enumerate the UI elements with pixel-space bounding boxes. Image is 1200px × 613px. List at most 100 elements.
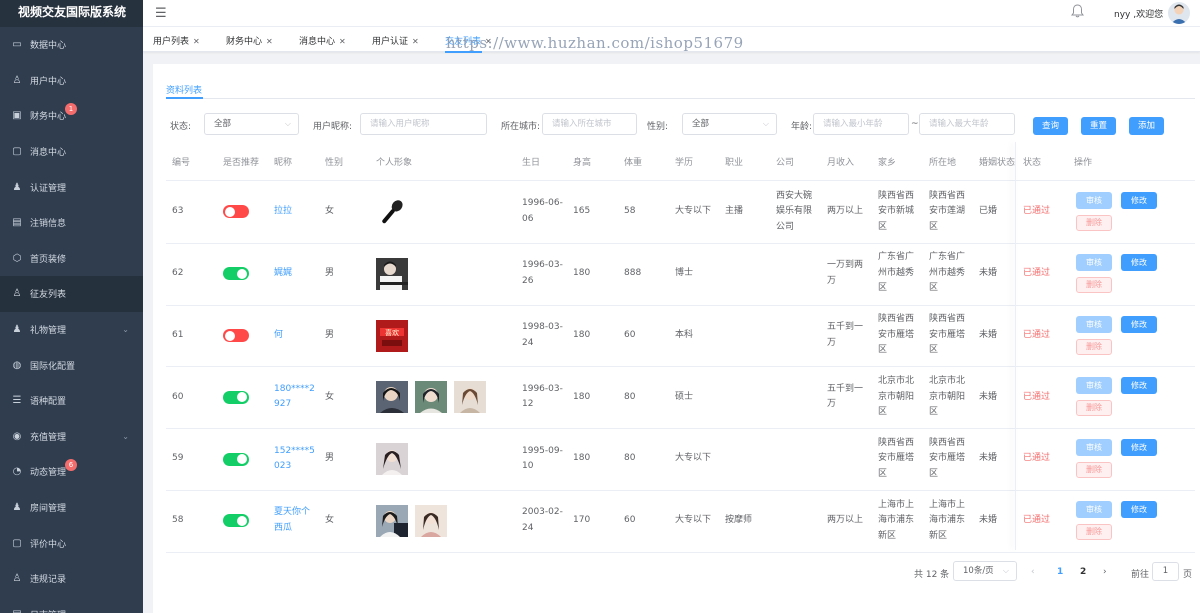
audit-button[interactable]: 审核 <box>1076 377 1112 395</box>
close-icon[interactable]: ✕ <box>266 37 273 46</box>
sidebar-item[interactable]: ♙ 征友列表 <box>0 276 143 312</box>
profile-image[interactable] <box>376 381 408 414</box>
sidebar: 视频交友国际版系统 ▭ 数据中心 ♙ 用户中心 ▣ 财务中心 1 ▢ 消息中心 ♟ 认证管理 ▤ 注销信… <box>0 0 143 613</box>
sidebar-item[interactable]: ▤ 注销信息 <box>0 205 143 241</box>
nickname-link-line: 夏天你个 <box>274 507 311 518</box>
profile-image[interactable] <box>376 195 408 228</box>
hometown-line: 安市新城 <box>878 206 915 217</box>
column-header: 是否推荐 <box>223 158 260 168</box>
sidebar-item[interactable]: ▢ 评价中心 <box>0 525 143 561</box>
nickname-link[interactable]: 拉拉 <box>274 204 292 220</box>
next-page-icon[interactable]: › <box>1103 567 1107 577</box>
weight: 80 <box>624 453 636 464</box>
page-number-2[interactable]: 2 <box>1080 567 1086 577</box>
audit-button[interactable]: 审核 <box>1076 253 1112 271</box>
city-input[interactable]: 请输入所在城市 <box>542 113 637 135</box>
tab-item[interactable]: 用户认证 ✕ <box>372 34 419 47</box>
age-max-input[interactable]: 请输入最大年龄 <box>919 113 1015 135</box>
monthly-income: 一万到两万 <box>827 258 863 289</box>
location: 上海市上 海市浦东 新区 <box>929 498 965 545</box>
audit-button[interactable]: 审核 <box>1076 439 1112 457</box>
menu-toggle-icon[interactable]: ☰ <box>155 6 167 21</box>
close-icon[interactable]: ✕ <box>193 37 200 46</box>
profile-image[interactable]: 喜欢 <box>376 319 408 352</box>
tab-label: 财务中心 <box>226 37 263 47</box>
page-size-select[interactable]: 10条/页 ⌵ <box>953 561 1017 581</box>
edit-button[interactable]: 修改 <box>1121 439 1157 457</box>
recommend-toggle[interactable] <box>223 329 249 342</box>
column-header: 生日 <box>522 158 541 168</box>
profile-image[interactable] <box>376 443 408 476</box>
sidebar-item[interactable]: ◉ 充值管理 ⌄ <box>0 419 143 455</box>
age-filter-label: 年龄: <box>791 122 813 132</box>
delete-button[interactable]: 删除 <box>1076 462 1112 479</box>
recommend-toggle[interactable] <box>223 390 249 404</box>
sidebar-item[interactable]: ▣ 财务中心 1 <box>0 98 143 134</box>
status-select[interactable]: 全部 ⌵ <box>204 113 299 135</box>
nickname-link[interactable]: 何 <box>274 328 283 344</box>
profile-image[interactable] <box>454 381 486 414</box>
close-icon[interactable]: ✕ <box>339 37 346 46</box>
profile-image[interactable] <box>415 381 447 414</box>
sidebar-item[interactable]: ▭ 数据中心 <box>0 27 143 63</box>
audit-button[interactable]: 审核 <box>1076 501 1112 518</box>
edit-button[interactable]: 修改 <box>1121 192 1157 209</box>
nickname-link[interactable]: 夏天你个 西瓜 <box>274 505 310 536</box>
sidebar-item[interactable]: ♟ 礼物管理 ⌄ <box>0 312 143 348</box>
nickname-link[interactable]: 180****2 927 <box>274 382 315 413</box>
edit-button[interactable]: 修改 <box>1121 377 1157 395</box>
delete-button[interactable]: 删除 <box>1076 276 1112 293</box>
sidebar-item[interactable]: ◍ 国际化配置 <box>0 347 143 383</box>
sidebar-item[interactable]: ♟ 房间管理 <box>0 490 143 526</box>
sidebar-item-label: 征友列表 <box>30 290 67 301</box>
nickname-link[interactable]: 娓娓 <box>274 266 292 282</box>
nickname-input[interactable]: 请输入用户昵称 <box>360 113 487 135</box>
sidebar-item[interactable]: ♙ 用户中心 <box>0 63 143 99</box>
bell-icon[interactable] <box>1071 4 1084 22</box>
avatar[interactable] <box>1168 2 1190 24</box>
page-number-1[interactable]: 1 <box>1057 567 1063 577</box>
sidebar-item[interactable]: ⬡ 首页装修 <box>0 241 143 277</box>
table-header-divider <box>166 180 1195 181</box>
sidebar-item-label: 礼物管理 <box>30 326 67 337</box>
delete-button[interactable]: 删除 <box>1076 524 1112 540</box>
tab-item[interactable]: 财务中心 ✕ <box>226 34 273 47</box>
recommend-toggle[interactable] <box>223 205 249 219</box>
recommend-toggle[interactable] <box>223 514 249 528</box>
tab-item[interactable]: 用户列表 ✕ <box>153 34 200 47</box>
toggle-knob <box>237 392 247 403</box>
profile-image[interactable] <box>376 504 408 537</box>
gender-select[interactable]: 全部 ⌵ <box>682 113 777 135</box>
sidebar-item[interactable]: ♙ 违规记录 <box>0 561 143 597</box>
edit-button[interactable]: 修改 <box>1121 501 1157 518</box>
sidebar-item[interactable]: ▤ 日志管理 <box>0 597 143 613</box>
query-button[interactable]: 查询 <box>1033 117 1068 135</box>
goto-page-input[interactable]: 1 <box>1152 562 1179 581</box>
sidebar-item-label: 注销信息 <box>30 219 67 230</box>
delete-button[interactable]: 删除 <box>1076 215 1112 231</box>
profile-image[interactable] <box>376 257 408 290</box>
prev-page-icon[interactable]: ‹ <box>1031 567 1035 577</box>
location-line: 区 <box>929 407 939 418</box>
tab-item[interactable]: 消息中心 ✕ <box>299 34 346 47</box>
sidebar-item[interactable]: ♟ 认证管理 <box>0 169 143 205</box>
edit-button[interactable]: 修改 <box>1121 315 1157 333</box>
add-button[interactable]: 添加 <box>1129 117 1164 135</box>
profile-image[interactable] <box>415 504 447 537</box>
delete-button[interactable]: 删除 <box>1076 400 1112 417</box>
reset-button[interactable]: 重置 <box>1081 117 1116 135</box>
delete-button[interactable]: 删除 <box>1076 338 1112 355</box>
education: 博士 <box>675 267 694 278</box>
recommend-toggle[interactable] <box>223 452 249 466</box>
age-min-input[interactable]: 请输入最小年龄 <box>813 113 909 135</box>
sidebar-item[interactable]: ◔ 动态管理 6 <box>0 454 143 490</box>
tab-profile-list[interactable]: 资料列表 <box>166 83 202 96</box>
close-icon[interactable]: ✕ <box>412 37 419 46</box>
recommend-toggle[interactable] <box>223 267 249 281</box>
audit-button[interactable]: 审核 <box>1076 192 1112 209</box>
nickname-link[interactable]: 152****5 023 <box>274 444 315 475</box>
edit-button[interactable]: 修改 <box>1121 253 1157 271</box>
sidebar-item[interactable]: ▢ 消息中心 <box>0 134 143 170</box>
audit-button[interactable]: 审核 <box>1076 315 1112 333</box>
sidebar-item[interactable]: ☰ 语种配置 <box>0 383 143 419</box>
